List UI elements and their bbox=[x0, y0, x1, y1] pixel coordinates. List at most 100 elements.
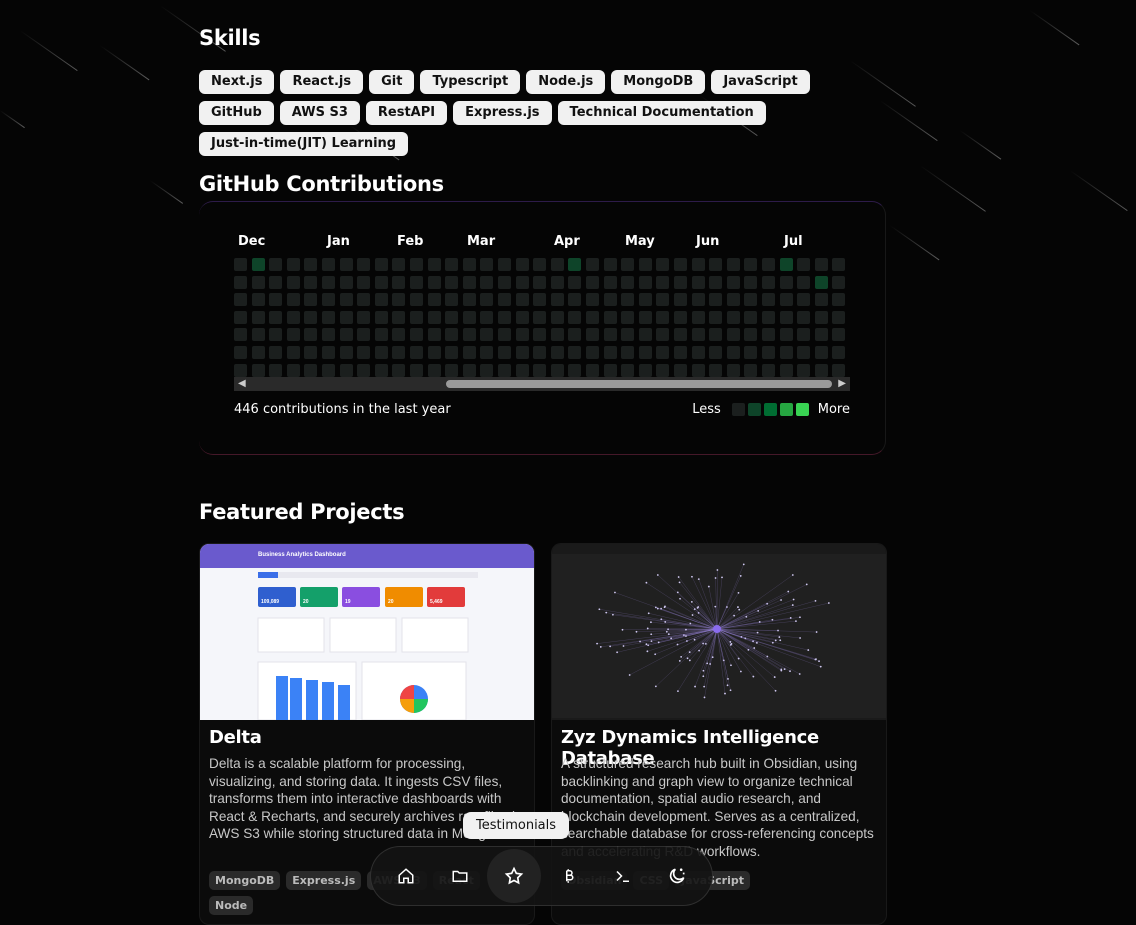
contribution-cell[interactable] bbox=[586, 328, 599, 341]
contribution-cell[interactable] bbox=[656, 328, 669, 341]
scroll-left-icon[interactable]: ◀ bbox=[238, 378, 246, 389]
contribution-cell[interactable] bbox=[551, 364, 564, 377]
contribution-cell[interactable] bbox=[832, 311, 845, 324]
contribution-cell[interactable] bbox=[692, 311, 705, 324]
contribution-cell[interactable] bbox=[463, 293, 476, 306]
contribution-cell[interactable] bbox=[234, 328, 247, 341]
contribution-cell[interactable] bbox=[586, 276, 599, 289]
contribution-cell[interactable] bbox=[815, 293, 828, 306]
contribution-cell[interactable] bbox=[533, 276, 546, 289]
contribution-cell[interactable] bbox=[762, 276, 775, 289]
contribution-cell[interactable] bbox=[709, 346, 722, 359]
contribution-cell[interactable] bbox=[551, 328, 564, 341]
contribution-cell[interactable] bbox=[744, 364, 757, 377]
contribution-cell[interactable] bbox=[392, 258, 405, 271]
contribution-cell[interactable] bbox=[709, 364, 722, 377]
contribution-cell[interactable] bbox=[357, 328, 370, 341]
contribution-cell[interactable] bbox=[568, 328, 581, 341]
scroll-thumb[interactable] bbox=[446, 380, 832, 388]
contribution-cell[interactable] bbox=[357, 346, 370, 359]
contribution-cell[interactable] bbox=[392, 346, 405, 359]
contribution-cell[interactable] bbox=[234, 311, 247, 324]
contribution-cell[interactable] bbox=[727, 276, 740, 289]
contribution-cell[interactable] bbox=[287, 346, 300, 359]
contribution-cell[interactable] bbox=[304, 293, 317, 306]
contribution-cell[interactable] bbox=[780, 276, 793, 289]
contribution-cell[interactable] bbox=[744, 258, 757, 271]
contribution-cell[interactable] bbox=[340, 328, 353, 341]
projects-button[interactable] bbox=[433, 849, 487, 903]
contribution-cell[interactable] bbox=[797, 328, 810, 341]
contribution-cell[interactable] bbox=[727, 293, 740, 306]
contribution-cell[interactable] bbox=[322, 258, 335, 271]
contribution-cell[interactable] bbox=[304, 346, 317, 359]
contribution-cell[interactable] bbox=[533, 293, 546, 306]
contribution-cell[interactable] bbox=[674, 346, 687, 359]
contribution-cell[interactable] bbox=[586, 364, 599, 377]
contribution-cell[interactable] bbox=[287, 293, 300, 306]
contribution-cell[interactable] bbox=[639, 276, 652, 289]
contribution-cell[interactable] bbox=[621, 364, 634, 377]
contribution-cell[interactable] bbox=[516, 346, 529, 359]
contribution-cell[interactable] bbox=[674, 311, 687, 324]
contribution-cell[interactable] bbox=[744, 311, 757, 324]
contribution-cell[interactable] bbox=[322, 293, 335, 306]
contribution-cell[interactable] bbox=[656, 364, 669, 377]
contribution-cell[interactable] bbox=[551, 346, 564, 359]
contribution-cell[interactable] bbox=[621, 276, 634, 289]
contribution-cell[interactable] bbox=[234, 346, 247, 359]
contribution-cell[interactable] bbox=[498, 364, 511, 377]
contribution-cell[interactable] bbox=[656, 346, 669, 359]
contribution-cell[interactable] bbox=[340, 293, 353, 306]
contribution-cell[interactable] bbox=[304, 364, 317, 377]
contribution-cell[interactable] bbox=[727, 346, 740, 359]
contribution-cell[interactable] bbox=[252, 346, 265, 359]
contribution-cell[interactable] bbox=[639, 364, 652, 377]
contribution-cell[interactable] bbox=[340, 364, 353, 377]
contribution-cell[interactable] bbox=[304, 328, 317, 341]
contribution-cell[interactable] bbox=[480, 258, 493, 271]
contribution-cell[interactable] bbox=[445, 328, 458, 341]
contribution-cell[interactable] bbox=[322, 276, 335, 289]
contribution-cell[interactable] bbox=[252, 364, 265, 377]
contribution-cell[interactable] bbox=[516, 293, 529, 306]
contribution-cell[interactable] bbox=[780, 258, 793, 271]
contribution-cell[interactable] bbox=[410, 311, 423, 324]
scroll-right-icon[interactable]: ▶ bbox=[838, 378, 846, 389]
contribution-cell[interactable] bbox=[744, 328, 757, 341]
contribution-cell[interactable] bbox=[428, 293, 441, 306]
contribution-cell[interactable] bbox=[621, 293, 634, 306]
contribution-cell[interactable] bbox=[744, 276, 757, 289]
contribution-cell[interactable] bbox=[568, 311, 581, 324]
contribution-cell[interactable] bbox=[832, 258, 845, 271]
contribution-cell[interactable] bbox=[709, 293, 722, 306]
contribution-cell[interactable] bbox=[516, 311, 529, 324]
contribution-cell[interactable] bbox=[428, 311, 441, 324]
contribution-cell[interactable] bbox=[692, 346, 705, 359]
contribution-cell[interactable] bbox=[340, 346, 353, 359]
contribution-cell[interactable] bbox=[410, 258, 423, 271]
contribution-cell[interactable] bbox=[621, 346, 634, 359]
contribution-cell[interactable] bbox=[357, 364, 370, 377]
contribution-cell[interactable] bbox=[269, 346, 282, 359]
contribution-cell[interactable] bbox=[692, 276, 705, 289]
contribution-cell[interactable] bbox=[533, 364, 546, 377]
contribution-cell[interactable] bbox=[269, 328, 282, 341]
contribution-cell[interactable] bbox=[322, 364, 335, 377]
contribution-cell[interactable] bbox=[797, 311, 810, 324]
contribution-cell[interactable] bbox=[797, 293, 810, 306]
contribution-cell[interactable] bbox=[480, 293, 493, 306]
contribution-cell[interactable] bbox=[357, 311, 370, 324]
contribution-cell[interactable] bbox=[780, 328, 793, 341]
contribution-cell[interactable] bbox=[604, 276, 617, 289]
contribution-cell[interactable] bbox=[568, 258, 581, 271]
contribution-cell[interactable] bbox=[392, 276, 405, 289]
contribution-cell[interactable] bbox=[498, 258, 511, 271]
contribution-cell[interactable] bbox=[656, 311, 669, 324]
contribution-cell[interactable] bbox=[674, 364, 687, 377]
contribution-cell[interactable] bbox=[375, 258, 388, 271]
contribution-cell[interactable] bbox=[533, 328, 546, 341]
contribution-cell[interactable] bbox=[287, 328, 300, 341]
contribution-cell[interactable] bbox=[252, 311, 265, 324]
contribution-cell[interactable] bbox=[463, 258, 476, 271]
